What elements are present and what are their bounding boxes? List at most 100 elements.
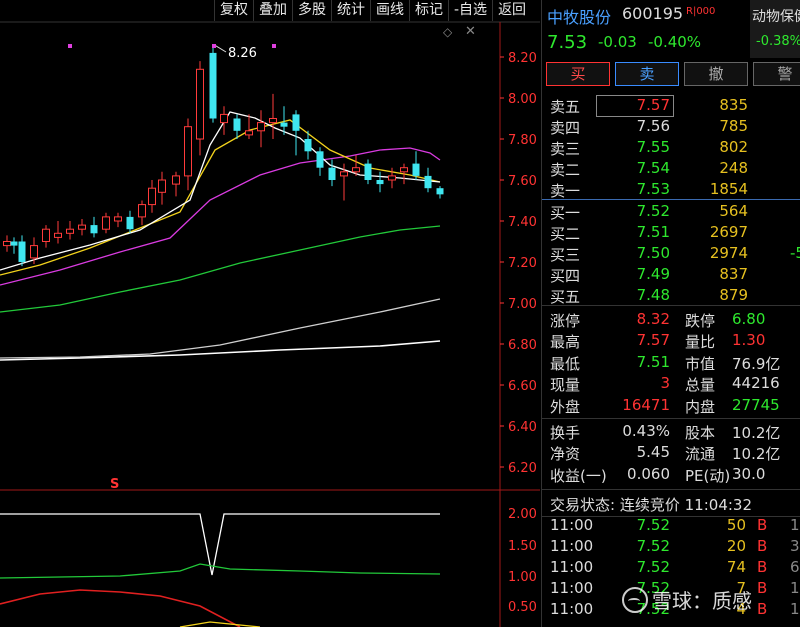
ask-bid-divider (542, 199, 800, 200)
tick-side: B (757, 537, 768, 555)
candle-body-down (316, 151, 324, 168)
candle-body-up (66, 228, 74, 234)
tick-count: 1 (790, 600, 800, 618)
candle-body-up (220, 113, 228, 124)
signal-mark (68, 44, 72, 48)
candle-body-up (148, 187, 156, 206)
sector-box[interactable]: 动物保健 -0.38% (750, 0, 800, 58)
indicator-axis-label: 0.50 (508, 600, 537, 615)
candle-body-down (328, 167, 336, 180)
kline-chart[interactable]: 8.20 8.00 7.80 7.60 7.40 7.20 7.00 6.80 6.60 6.40… (0, 0, 540, 627)
toolbar-button-statistics[interactable]: 统计 (331, 0, 370, 21)
stat-label: 股本 (685, 424, 716, 442)
ask-row[interactable]: 卖二 7.54 248 (542, 158, 800, 179)
divider (542, 305, 800, 306)
diamond-icon[interactable]: ◇ (443, 25, 452, 39)
ask-row[interactable]: 卖三 7.55 802 (542, 137, 800, 158)
candle-body-down (376, 180, 384, 185)
bid-level-label: 买三 (550, 246, 581, 264)
bid-row[interactable]: 买四 7.49 837 (542, 264, 800, 285)
ask-level-label: 卖五 (550, 98, 581, 116)
candle-body-up (42, 228, 50, 242)
stat-value: 3 (660, 374, 670, 392)
sector-name: 动物保健 (752, 9, 800, 25)
tick-side: B (757, 579, 768, 597)
bid-level-label: 买五 (550, 288, 581, 306)
sell-button[interactable]: 卖 (615, 62, 679, 86)
tick-count: 3 (790, 537, 800, 555)
bid-volume: 2974 (709, 244, 748, 262)
bid-volume: 837 (719, 265, 748, 283)
ask-price: 7.55 (636, 138, 670, 156)
tick-count: 6 (790, 558, 800, 576)
ask-volume: 785 (719, 117, 748, 135)
stat-row: 净资 5.45 流通 10.2亿 (542, 442, 800, 463)
bid-volume: 564 (719, 202, 748, 220)
indicator-yellow-line (179, 621, 261, 627)
bid-price: 7.50 (636, 244, 670, 262)
candle-body-up (400, 167, 408, 173)
tick-side: B (757, 600, 768, 618)
stat-value: 16471 (622, 396, 670, 414)
stat-value: 10.2亿 (732, 424, 781, 442)
bid-row[interactable]: 买五 7.48 879 (542, 285, 800, 306)
candle-body-up (269, 118, 277, 124)
stat-label: 内盘 (685, 398, 716, 416)
stat-value: 6.80 (732, 310, 766, 328)
bid-price: 7.51 (636, 223, 670, 241)
margin-badge: R|000 (686, 6, 716, 17)
ask-level-label: 卖二 (550, 161, 581, 179)
ask-row[interactable]: 卖四 7.56 785 (542, 116, 800, 137)
ask-level-label: 卖三 (550, 140, 581, 158)
price-axis-label: 6.80 (508, 338, 537, 353)
stat-row: 最高 7.57 量比 1.30 (542, 330, 800, 351)
bid-row[interactable]: 买二 7.51 2697 (542, 222, 800, 243)
price-axis-label: 7.00 (508, 297, 537, 312)
bid-level-label: 买二 (550, 225, 581, 243)
toolbar-button-remove-watchlist[interactable]: -自选 (448, 0, 492, 21)
stat-label: 现量 (550, 376, 581, 394)
ask-volume: 248 (719, 159, 748, 177)
buy-button[interactable]: 买 (546, 62, 610, 86)
tick-volume: 74 (726, 558, 746, 576)
stat-label: 跌停 (685, 312, 716, 330)
last-price: 7.53 (547, 32, 588, 53)
bid-row[interactable]: 买三 7.50 2974 -5 (542, 243, 800, 264)
toolbar-button-back[interactable]: 返回 (492, 0, 531, 21)
stat-label: 涨停 (550, 312, 581, 330)
alert-button[interactable]: 警 (753, 62, 800, 86)
toolbar-button-fuquan[interactable]: 复权 (214, 0, 253, 21)
indicator-white-line (0, 513, 440, 576)
close-icon[interactable]: ✕ (465, 24, 476, 39)
tick-count: 1 (790, 579, 800, 597)
tick-side: B (757, 558, 768, 576)
ask-row[interactable]: 卖五 7.57 835 (542, 95, 800, 116)
stock-name[interactable]: 中牧股份 (547, 4, 611, 28)
toolbar-button-overlay[interactable]: 叠加 (253, 0, 292, 21)
trade-status: 交易状态: 连续竞价 11:04:32 (550, 494, 752, 515)
candle-body-up (30, 245, 38, 259)
stat-row: 收益(一) 0.060 PE(动) 30.0 (542, 464, 800, 485)
tick-row: 11:00 7.52 50 B 1 (542, 515, 800, 536)
ask-volume: 835 (719, 96, 748, 114)
cancel-order-button[interactable]: 撤 (684, 62, 748, 86)
tick-row: 11:00 7.52 20 B 3 (542, 536, 800, 557)
peak-price-label: 8.26 (228, 46, 257, 61)
bid-row[interactable]: 买一 7.52 564 (542, 201, 800, 222)
watermark: 雪球：质感 (622, 585, 752, 614)
ask-row[interactable]: 卖一 7.53 1854 (542, 179, 800, 200)
toolbar-button-multi-stock[interactable]: 多股 (292, 0, 331, 21)
kline-chart-panel[interactable]: 8.20 8.00 7.80 7.60 7.40 7.20 7.00 6.80 6.60 6.40… (0, 0, 540, 627)
candle-body-up (257, 122, 265, 132)
tick-side: B (757, 516, 768, 534)
tick-time: 11:00 (550, 537, 594, 555)
trade-buttons: 买 卖 撤 警 (546, 62, 800, 86)
tick-volume: 20 (726, 537, 746, 555)
toolbar-button-mark[interactable]: 标记 (409, 0, 448, 21)
candle-body-down (304, 139, 312, 152)
bid-extra: -5 (790, 244, 800, 262)
ask-level-label: 卖一 (550, 182, 581, 200)
stat-row: 换手 0.43% 股本 10.2亿 (542, 421, 800, 442)
ask-volume: 802 (719, 138, 748, 156)
toolbar-button-draw-line[interactable]: 画线 (370, 0, 409, 21)
